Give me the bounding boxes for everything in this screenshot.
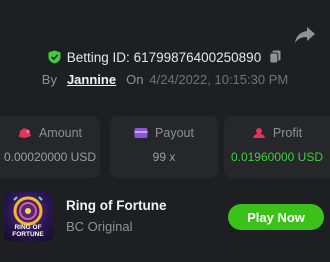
copy-icon[interactable] <box>269 50 282 64</box>
game-thumbnail[interactable]: RING OF FORTUNE <box>4 192 53 241</box>
ring-of-fortune-thumbnail-icon: RING OF FORTUNE <box>12 196 44 238</box>
bet-author-row: By Jannine On 4/24/2022, 10:15:30 PM <box>0 70 330 88</box>
money-bag-icon <box>18 128 31 138</box>
game-provider: BC Original <box>66 219 133 234</box>
game-title[interactable]: Ring of Fortune <box>66 198 166 213</box>
share-arrow-icon <box>295 27 315 43</box>
stat-value-payout: 99 x <box>152 150 176 164</box>
stat-label-amount: Amount <box>38 126 83 140</box>
stat-value-amount: 0.00020000 USD <box>3 150 97 164</box>
share-button[interactable] <box>293 24 317 46</box>
play-now-button[interactable]: Play Now <box>228 204 324 230</box>
profit-icon <box>252 128 265 138</box>
thumb-text-line1: RING OF <box>14 224 41 231</box>
by-label: By <box>41 71 57 87</box>
game-row: RING OF FORTUNE Ring of Fortune BC Origi… <box>0 190 330 242</box>
stat-label-payout: Payout <box>155 126 194 140</box>
username-link[interactable]: Jannine <box>67 72 116 87</box>
stat-label-profit: Profit <box>272 126 303 140</box>
on-label: On <box>126 71 144 87</box>
stat-card-profit: Profit 0.01960000 USD <box>224 116 330 178</box>
stat-card-amount: Amount 0.00020000 USD <box>0 116 100 178</box>
shield-check-icon <box>48 50 61 64</box>
betting-id-text: Betting ID: 61799876400250890 <box>66 49 262 65</box>
payout-card-icon <box>134 128 148 138</box>
thumb-text-line2: FORTUNE <box>12 231 44 238</box>
bet-stats: Amount 0.00020000 USD Payout 99 x Profit… <box>0 116 330 178</box>
stat-value-profit: 0.01960000 USD <box>230 150 324 164</box>
betting-id-row: Betting ID: 61799876400250890 <box>0 48 330 66</box>
bet-timestamp: 4/24/2022, 10:15:30 PM <box>149 71 289 87</box>
stat-card-payout: Payout 99 x <box>110 116 218 178</box>
